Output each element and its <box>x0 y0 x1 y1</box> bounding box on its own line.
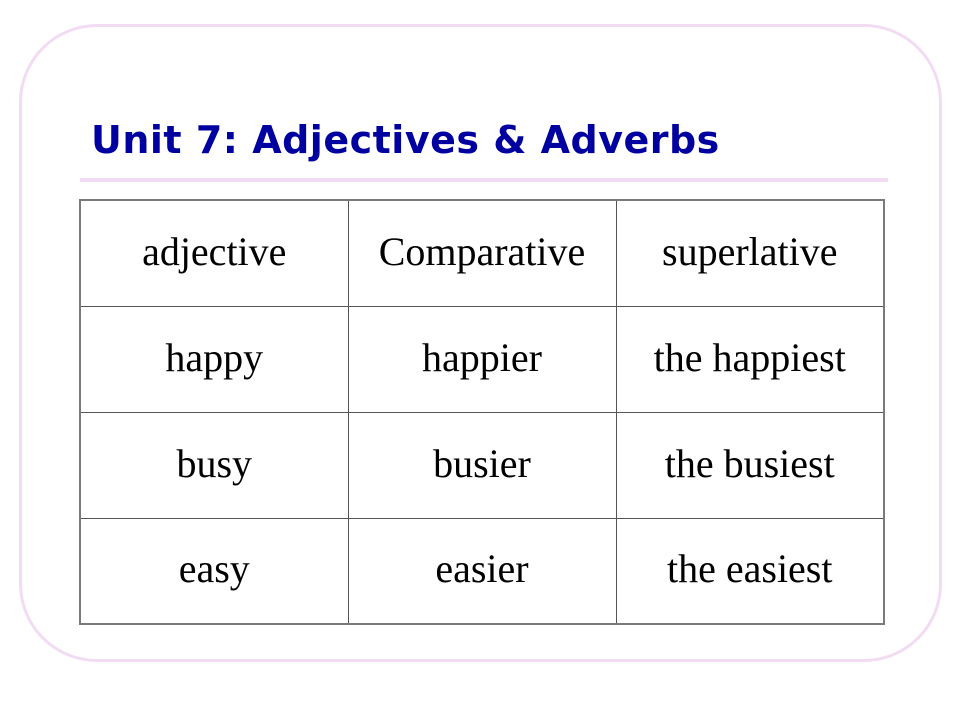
cell-comparative: busier <box>347 411 617 519</box>
header-adjective: adjective <box>79 199 349 307</box>
header-comparative: Comparative <box>347 199 617 307</box>
cell-superlative: the easiest <box>615 517 885 625</box>
title-underline <box>80 178 888 182</box>
header-superlative: superlative <box>615 199 885 307</box>
table-row: easy easier the easiest <box>79 517 885 625</box>
table-row: busy busier the busiest <box>79 411 885 519</box>
table-header-row: adjective Comparative superlative <box>79 199 885 307</box>
cell-adjective: happy <box>79 305 349 413</box>
cell-comparative: happier <box>347 305 617 413</box>
cell-superlative: the busiest <box>615 411 885 519</box>
cell-comparative: easier <box>347 517 617 625</box>
cell-superlative: the happiest <box>615 305 885 413</box>
cell-adjective: easy <box>79 517 349 625</box>
table-row: happy happier the happiest <box>79 305 885 413</box>
cell-adjective: busy <box>79 411 349 519</box>
comparison-table: adjective Comparative superlative happy … <box>79 199 885 625</box>
slide-title: Unit 7: Adjectives & Adverbs <box>91 118 720 162</box>
